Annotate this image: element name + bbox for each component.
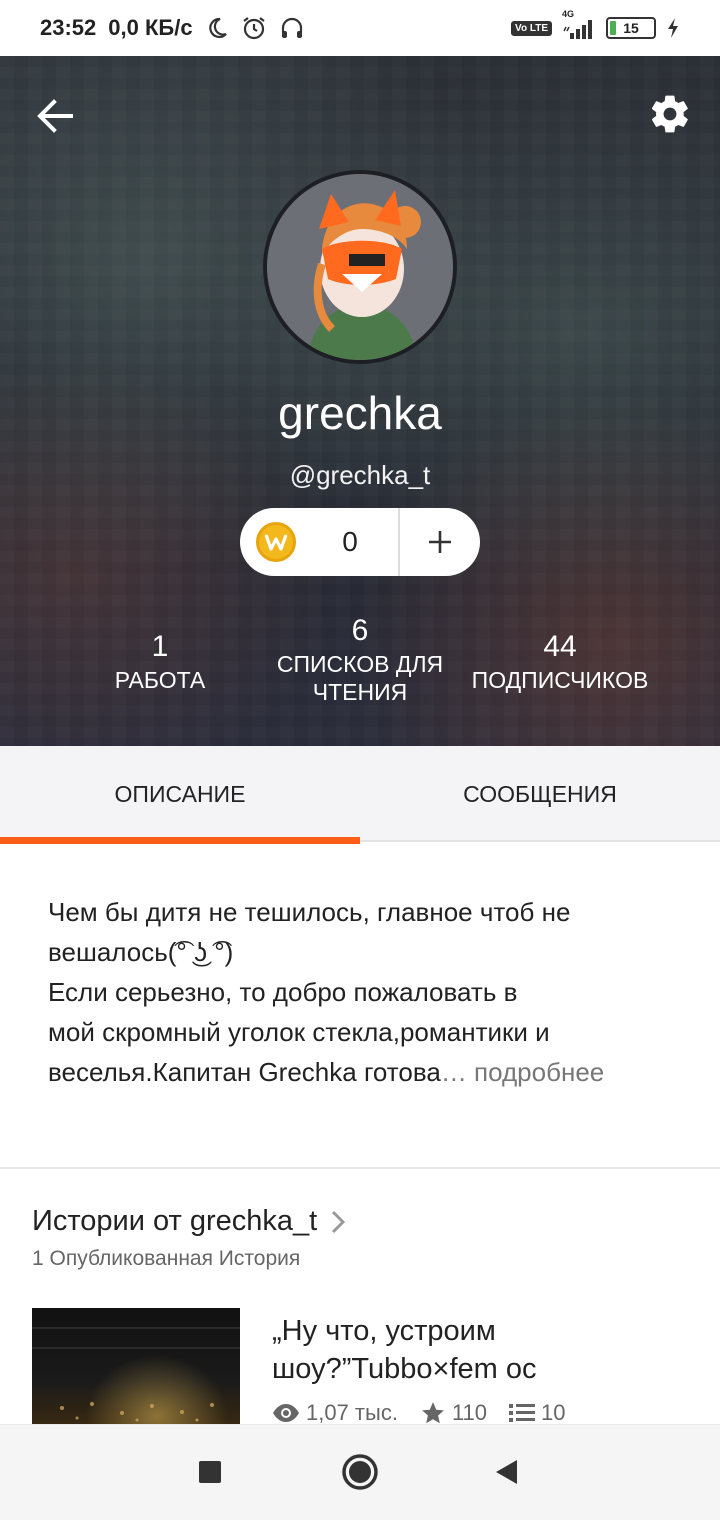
- stat-followers-label: ПОДПИСЧИКОВ: [471, 667, 649, 693]
- battery-level: 15: [623, 20, 639, 36]
- add-coins-button[interactable]: [400, 508, 480, 576]
- story-parts-count: 10: [541, 1400, 566, 1425]
- story-cover-art: [32, 1327, 240, 1422]
- profile-stats: 1 РАБОТА 6 СПИСКОВ ДЛЯ ЧТЕНИЯ 44 ПОДПИСЧ…: [0, 614, 720, 738]
- stat-works[interactable]: 1 РАБОТА: [80, 630, 240, 694]
- moon-icon: [205, 16, 229, 40]
- stat-works-value: 1: [151, 630, 169, 663]
- home-button[interactable]: [334, 1446, 386, 1498]
- triangle-back-icon: [496, 1460, 517, 1484]
- status-net-speed: 0,0 КБ/с: [108, 15, 193, 40]
- eye-icon: [273, 1404, 299, 1422]
- plus-icon: [429, 531, 451, 553]
- story-title[interactable]: „Ну что, устроим шоу?”Tubbo×fem oc: [272, 1312, 692, 1388]
- tab-messages[interactable]: СООБЩЕНИЯ: [360, 746, 720, 842]
- volte-icon: Vo LTE: [511, 20, 552, 36]
- read-more-link[interactable]: … подробнее: [441, 1057, 604, 1087]
- settings-button[interactable]: [642, 86, 698, 142]
- description-line: мой скромный уголок стекла,романтики и: [48, 1017, 550, 1047]
- stat-followers-value: 44: [543, 630, 577, 663]
- stories-title: Истории от grechka_t: [32, 1205, 318, 1237]
- charging-icon: [666, 17, 680, 39]
- star-icon: [422, 1402, 444, 1424]
- profile-description: Чем бы дитя не тешилось, главное чтоб не…: [48, 892, 678, 1092]
- stat-reading-lists-value: 6: [351, 614, 369, 647]
- stat-reading-lists[interactable]: 6 СПИСКОВ ДЛЯ ЧТЕНИЯ: [260, 614, 460, 706]
- coin-count: 0: [342, 526, 358, 557]
- story-votes: 110: [420, 1400, 487, 1426]
- signal-type-label: 4G: [562, 9, 575, 19]
- profile-header: grechka @grechka_t 0 1 РАБОТА 6 СПИСКОВ …: [0, 56, 720, 746]
- story-views-count: 1,07 тыс.: [306, 1400, 398, 1425]
- story-views: 1,07 тыс.: [272, 1400, 398, 1426]
- signal-icon: 4G: [562, 9, 596, 39]
- description-line-last: веселья.Капитан Grechka готова… подробне…: [48, 1052, 678, 1092]
- stories-header[interactable]: Истории от grechka_t: [32, 1205, 346, 1238]
- profile-tabs: ОПИСАНИЕ СООБЩЕНИЯ: [0, 746, 720, 844]
- back-nav-button[interactable]: [480, 1446, 532, 1498]
- description-text: веселья.Капитан Grechka готова: [48, 1057, 441, 1087]
- stat-works-label: РАБОТА: [114, 667, 206, 693]
- profile-handle: @grechka_t: [289, 460, 431, 490]
- stat-followers[interactable]: 44 ПОДПИСЧИКОВ: [460, 630, 660, 694]
- story-votes-count: 110: [451, 1400, 488, 1425]
- back-button[interactable]: [30, 90, 82, 142]
- stories-count: 1 Опубликованная История: [32, 1247, 301, 1270]
- arrow-left-icon: [37, 99, 73, 133]
- description-line: Если серьезно, то добро пожаловать в: [48, 977, 518, 1007]
- description-line: Чем бы дитя не тешилось, главное чтоб не: [48, 897, 571, 927]
- section-divider: [0, 1167, 720, 1169]
- tab-description[interactable]: ОПИСАНИЕ: [0, 746, 360, 844]
- recent-apps-button[interactable]: [184, 1446, 236, 1498]
- coins-widget: 0: [240, 508, 480, 576]
- battery-icon: 15: [606, 17, 656, 39]
- status-time: 23:52: [40, 15, 97, 40]
- avatar-illustration: [267, 174, 453, 360]
- profile-username: grechka: [278, 387, 442, 439]
- story-cover-image[interactable]: [32, 1308, 240, 1428]
- list-icon: [509, 1404, 536, 1422]
- chevron-right-icon: [332, 1210, 346, 1233]
- story-meta: 1,07 тыс. 110 10: [272, 1400, 580, 1426]
- description-line: вешалось(͡° ͜ʖ ͡°): [48, 937, 234, 967]
- gear-icon: [651, 95, 688, 133]
- circle-icon: [342, 1454, 378, 1490]
- square-icon: [199, 1461, 221, 1483]
- alarm-icon: [241, 15, 267, 41]
- status-bar: 23:52 0,0 КБ/с Vo LTE 4G 15: [0, 0, 720, 56]
- coin-icon: [256, 522, 296, 562]
- headphones-icon: [279, 15, 305, 41]
- story-parts: 10: [509, 1400, 566, 1426]
- avatar[interactable]: [263, 170, 457, 364]
- stat-reading-lists-label: СПИСКОВ ДЛЯ ЧТЕНИЯ: [276, 651, 444, 705]
